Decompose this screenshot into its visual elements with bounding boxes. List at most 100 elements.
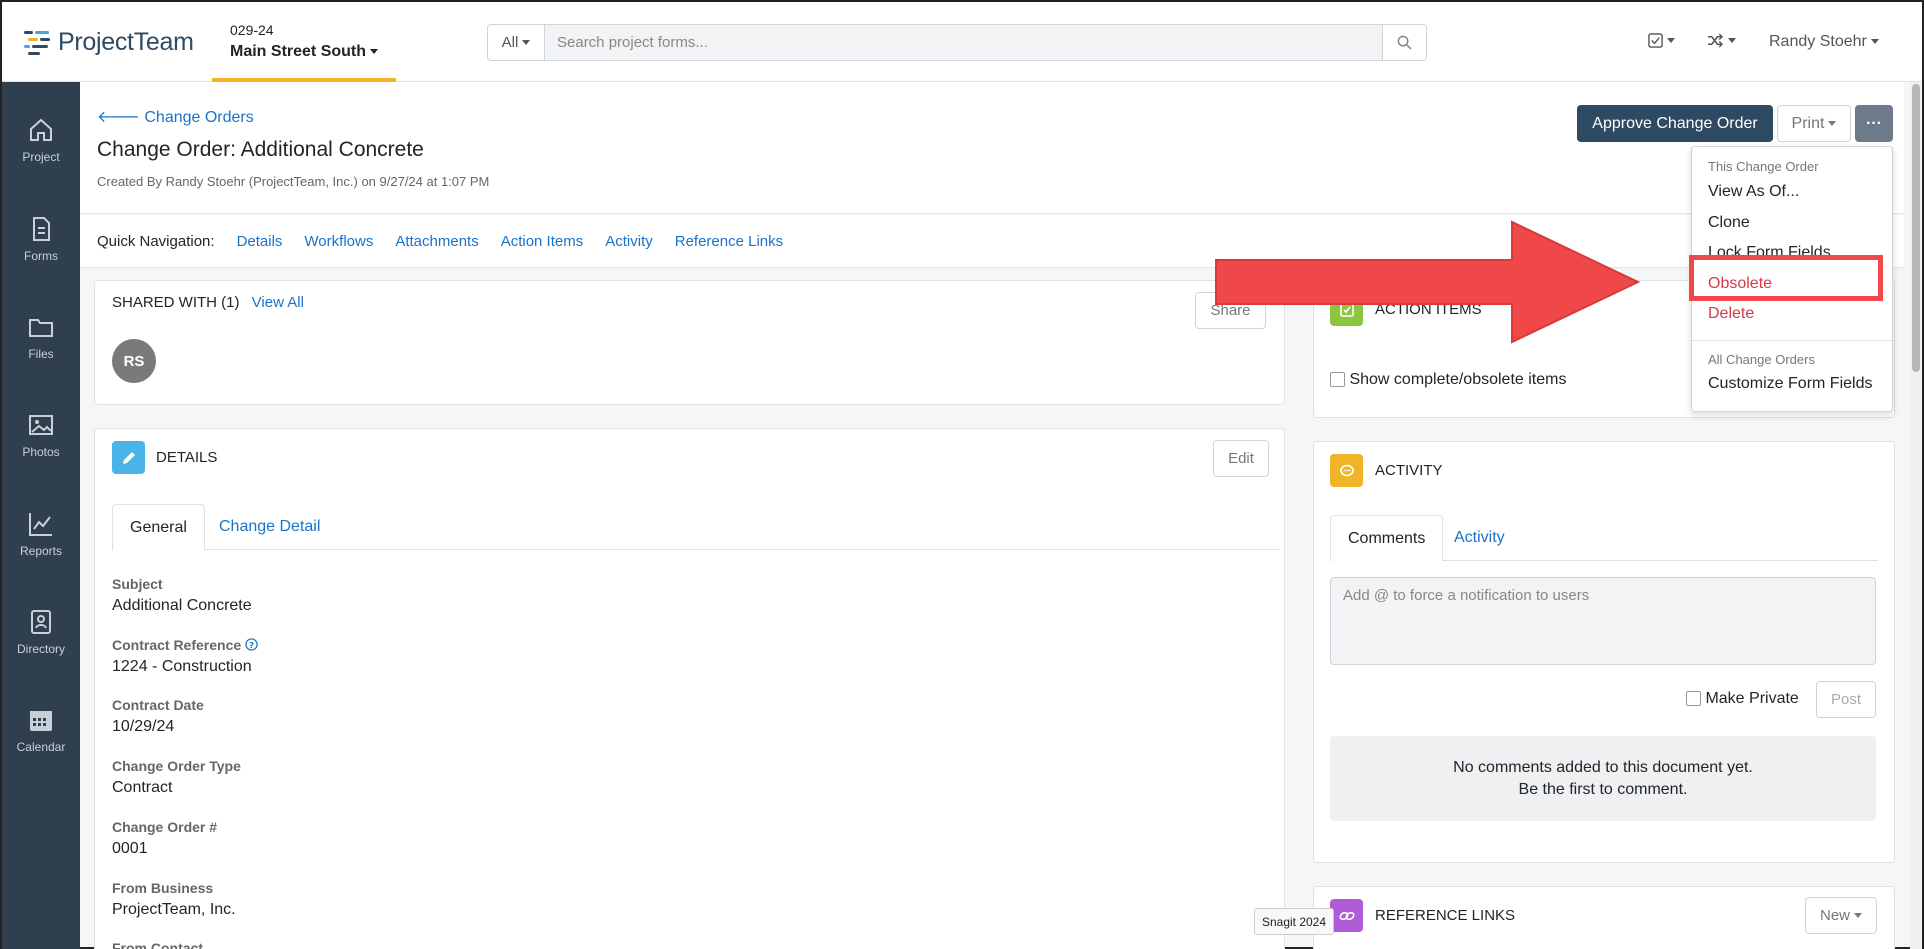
print-button[interactable]: Print <box>1777 105 1851 142</box>
chevron-down-icon <box>1854 913 1862 918</box>
chevron-down-icon <box>1667 38 1675 44</box>
chart-icon <box>29 513 52 536</box>
document-icon <box>33 217 50 241</box>
field-label: Contract Reference ? <box>112 637 258 653</box>
reference-links-title: REFERENCE LINKS <box>1375 907 1516 924</box>
field-value: ProjectTeam, Inc. <box>112 901 236 918</box>
search-icon <box>1397 35 1412 50</box>
tab-general[interactable]: General <box>112 504 205 551</box>
chevron-down-icon <box>1870 39 1879 45</box>
home-icon <box>30 118 52 141</box>
make-private-toggle[interactable]: Make Private <box>1686 690 1799 708</box>
page-header: 🡐 Change Orders Change Order: Additional… <box>80 82 1904 214</box>
back-link[interactable]: 🡐 Change Orders <box>97 106 254 127</box>
image-icon <box>29 415 53 435</box>
menu-item-delete[interactable]: Delete <box>1708 305 1754 323</box>
field-value: 0001 <box>112 840 148 857</box>
sidebar-item-directory[interactable]: Directory <box>2 608 80 656</box>
snagit-tooltip: Snagit 2024 <box>1254 908 1334 935</box>
tasks-menu[interactable] <box>1648 32 1675 50</box>
edit-button[interactable]: Edit <box>1213 440 1269 477</box>
quicknav-reference-links[interactable]: Reference Links <box>675 233 783 250</box>
quicknav-action-items[interactable]: Action Items <box>501 233 584 250</box>
menu-item-view-as-of[interactable]: View As Of... <box>1708 183 1799 201</box>
logo[interactable]: ProjectTeam <box>24 28 194 57</box>
quicknav-details[interactable]: Details <box>237 233 283 250</box>
sidebar: Project Forms Files Photos Reports Direc… <box>2 82 80 949</box>
menu-item-clone[interactable]: Clone <box>1708 214 1750 232</box>
new-reference-button[interactable]: New <box>1805 897 1877 934</box>
details-title: DETAILS <box>156 449 218 466</box>
sidebar-item-project[interactable]: Project <box>2 116 80 164</box>
field-value: Additional Concrete <box>112 597 252 614</box>
field-label: Change Order # <box>112 819 218 835</box>
quicknav-workflows[interactable]: Workflows <box>304 233 373 250</box>
sidebar-item-reports[interactable]: Reports <box>2 510 80 558</box>
link-icon <box>1330 899 1363 932</box>
tab-activity[interactable]: Activity <box>1437 515 1522 561</box>
tab-change-detail[interactable]: Change Detail <box>202 504 337 550</box>
show-complete-checkbox[interactable] <box>1330 372 1345 388</box>
search-scope-dropdown[interactable]: All <box>487 24 545 61</box>
sidebar-item-files[interactable]: Files <box>2 313 80 361</box>
comment-input[interactable]: Add @ to force a notification to users <box>1330 577 1876 665</box>
page-scrollbar[interactable] <box>1910 82 1922 949</box>
search-input[interactable]: Search project forms... <box>545 24 1383 61</box>
help-icon[interactable]: ? <box>245 638 258 651</box>
avatar[interactable]: RS <box>112 339 156 383</box>
top-bar: ProjectTeam 029-24 Main Street South All… <box>2 2 1922 82</box>
svg-text:?: ? <box>249 640 254 650</box>
pencil-icon <box>112 441 145 474</box>
menu-item-customize-form-fields[interactable]: Customize Form Fields <box>1708 375 1872 393</box>
created-by-text: Created By Randy Stoehr (ProjectTeam, In… <box>97 174 490 189</box>
comment-icon <box>1330 454 1363 487</box>
field-label: Subject <box>112 576 163 592</box>
sidebar-item-calendar[interactable]: Calendar <box>2 706 80 754</box>
show-complete-toggle[interactable]: Show complete/obsolete items <box>1330 371 1566 389</box>
field-label: From Business <box>112 880 214 896</box>
details-tabs: General Change Detail <box>112 504 1280 551</box>
chevron-down-icon <box>370 49 379 55</box>
quicknav-attachments[interactable]: Attachments <box>395 233 478 250</box>
page-title: Change Order: Additional Concrete <box>97 138 424 161</box>
annotation-arrow-icon <box>1215 220 1641 344</box>
post-button[interactable]: Post <box>1816 681 1876 718</box>
switch-menu[interactable] <box>1707 32 1736 50</box>
activity-title: ACTIVITY <box>1375 462 1443 479</box>
arrow-left-icon: 🡐 <box>97 109 140 126</box>
field-value: 1224 - Construction <box>112 658 252 675</box>
empty-comments-message: No comments added to this document yet. … <box>1330 736 1876 821</box>
sidebar-item-photos[interactable]: Photos <box>2 411 80 459</box>
folder-icon <box>29 319 53 337</box>
quicknav-activity[interactable]: Activity <box>605 233 653 250</box>
field-label: From Contact <box>112 940 203 949</box>
project-selector[interactable]: 029-24 Main Street South <box>212 2 396 82</box>
activity-tabs: Comments Activity <box>1330 515 1878 562</box>
project-name: Main Street South <box>230 43 379 61</box>
activity-card: ACTIVITY Comments Activity Add @ to forc… <box>1313 441 1895 863</box>
chevron-down-icon <box>1828 121 1837 126</box>
view-all-link[interactable]: View All <box>252 294 304 311</box>
logo-icon <box>24 30 50 55</box>
annotation-highlight-box <box>1689 255 1883 301</box>
contact-icon <box>31 610 51 634</box>
search-button[interactable] <box>1383 24 1427 61</box>
approve-change-order-button[interactable]: Approve Change Order <box>1577 105 1773 142</box>
scrollbar-thumb[interactable] <box>1912 84 1920 372</box>
search-bar: All Search project forms... <box>487 24 1427 61</box>
user-menu[interactable]: Randy Stoehr <box>1769 33 1879 51</box>
shared-with-card: SHARED WITH (1) View All Share RS <box>94 280 1285 405</box>
tab-comments[interactable]: Comments <box>1330 515 1444 562</box>
more-options-button[interactable]: ··· <box>1855 105 1893 142</box>
chevron-down-icon <box>1728 38 1736 44</box>
dropdown-divider <box>1692 340 1892 341</box>
sidebar-item-forms[interactable]: Forms <box>2 215 80 263</box>
shuffle-icon <box>1708 33 1724 48</box>
main-content: 🡐 Change Orders Change Order: Additional… <box>80 82 1904 949</box>
checkbox-icon <box>1648 33 1663 49</box>
details-card: DETAILS Edit General Change Detail Subje… <box>94 428 1285 949</box>
make-private-checkbox[interactable] <box>1686 691 1701 707</box>
dropdown-section-header: This Change Order <box>1708 159 1819 174</box>
field-value: 10/29/24 <box>112 718 175 735</box>
project-number: 029-24 <box>230 22 274 38</box>
